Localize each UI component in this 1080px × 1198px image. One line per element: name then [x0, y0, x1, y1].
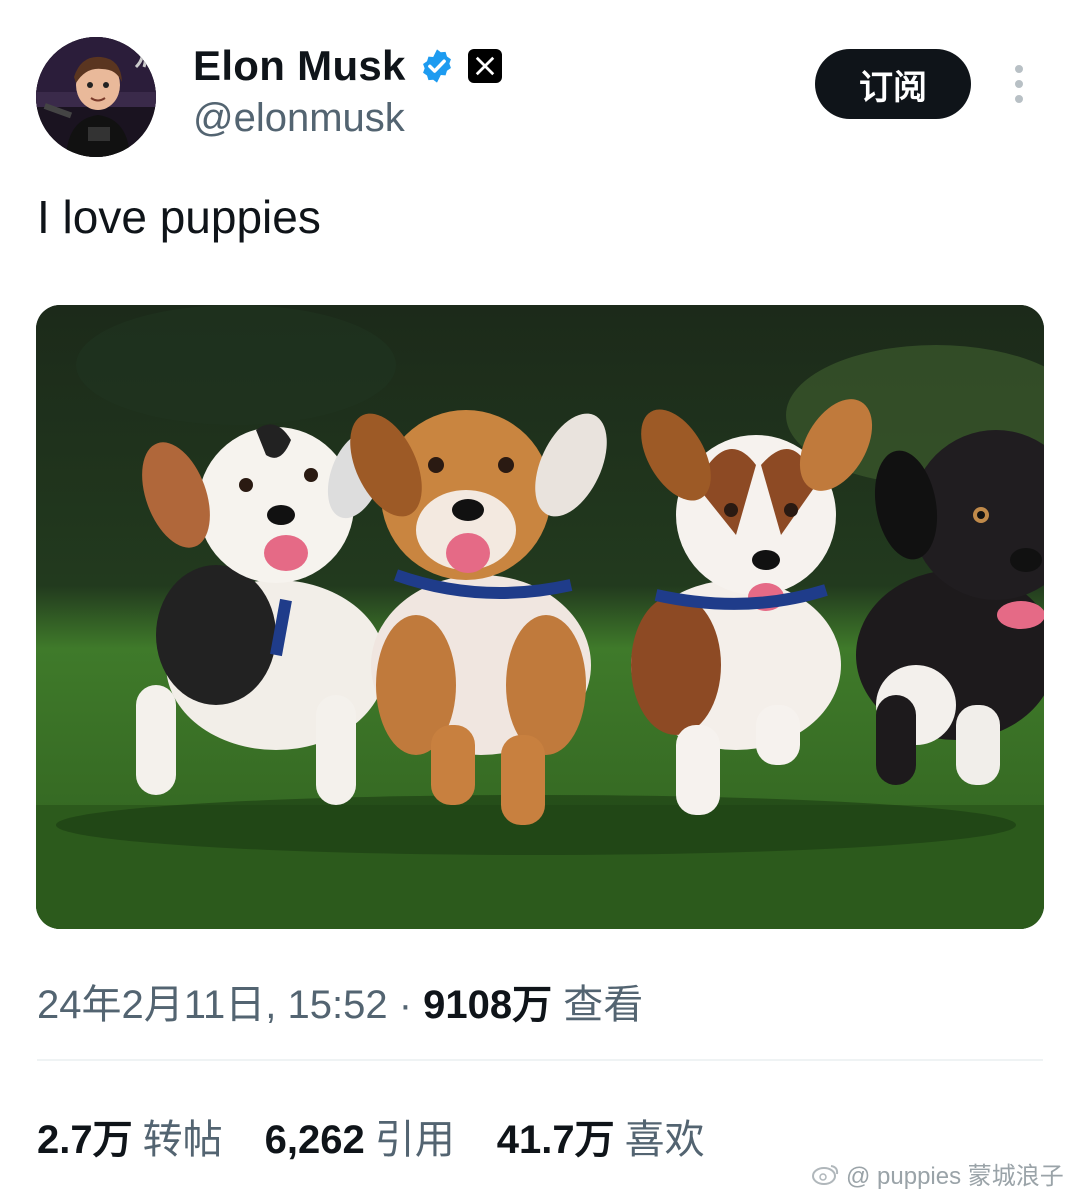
author-display-name[interactable]: Elon Musk: [193, 42, 406, 90]
views-count: 9108万: [423, 983, 553, 1027]
reposts-count: 2.7万: [37, 1118, 133, 1162]
puppies-photo: [36, 305, 1044, 929]
more-vertical-icon[interactable]: [1004, 62, 1034, 108]
divider: [37, 1059, 1043, 1061]
reposts-label: 转帖: [142, 1118, 223, 1162]
watermark-text: @ puppies 蒙城浪子: [846, 1163, 1064, 1190]
avatar-cartoon-icon: [36, 37, 156, 157]
engagement-stats: 2.7万 转帖 6,262 引用 41.7万 喜欢: [37, 1107, 705, 1165]
weibo-icon: [812, 1164, 839, 1185]
tweet-meta: 24年2月11日, 15:52 · 9108万 查看: [37, 972, 643, 1030]
reposts-stat[interactable]: 2.7万 转帖: [37, 1107, 223, 1165]
x-logo-icon[interactable]: [467, 49, 502, 83]
watermark: @ puppies 蒙城浪子: [812, 1156, 1064, 1191]
author-name-row: Elon Musk: [193, 40, 502, 92]
likes-label: 喜欢: [624, 1118, 705, 1162]
puppy-1: [136, 424, 386, 805]
tweet-text: I love puppies: [37, 191, 321, 243]
verified-badge-icon[interactable]: [418, 47, 456, 85]
likes-count: 41.7万: [496, 1118, 615, 1162]
quotes-stat[interactable]: 6,262 引用: [265, 1107, 455, 1165]
likes-stat[interactable]: 41.7万 喜欢: [497, 1107, 705, 1165]
quotes-label: 引用: [374, 1118, 455, 1162]
author-avatar[interactable]: [36, 37, 156, 157]
quotes-count: 6,262: [264, 1118, 365, 1162]
meta-separator: ·: [398, 983, 413, 1027]
tweet-media-image[interactable]: [36, 305, 1044, 929]
subscribe-button[interactable]: 订阅: [815, 49, 971, 119]
tweet-timestamp[interactable]: 24年2月11日, 15:52: [37, 983, 388, 1027]
author-handle[interactable]: @elonmusk: [193, 96, 405, 141]
views-label: 查看: [563, 983, 644, 1027]
